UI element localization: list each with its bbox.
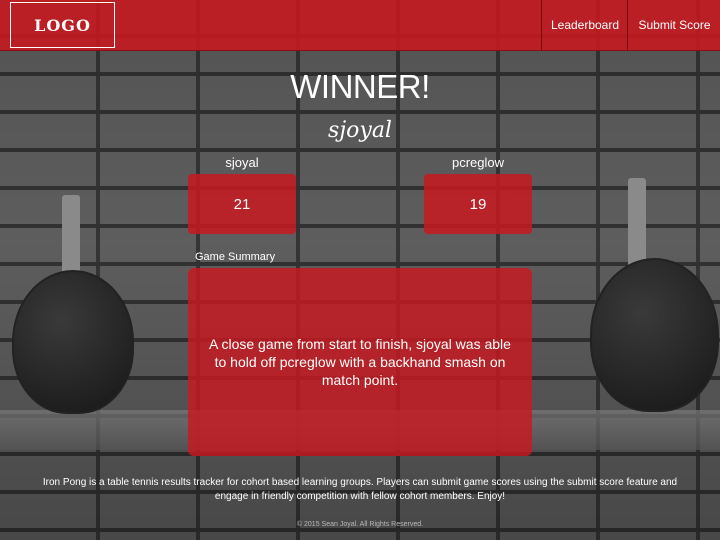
nav-submit-score-link[interactable]: Submit Score bbox=[627, 0, 720, 50]
player-2-score: 19 bbox=[424, 174, 532, 234]
copyright-notice: © 2015 Sean Joyal. All Rights Reserved. bbox=[296, 521, 424, 528]
logo[interactable]: LOGO bbox=[10, 2, 115, 48]
winner-heading: WINNER! bbox=[290, 68, 430, 105]
game-summary-text: A close game from start to finish, sjoya… bbox=[209, 336, 511, 388]
winner-name: sjoyal bbox=[328, 118, 392, 143]
paddle-image bbox=[12, 270, 134, 414]
game-summary-label: Game Summary bbox=[195, 251, 276, 263]
player-1-score: 21 bbox=[188, 174, 296, 234]
footer-description: Iron Pong is a table tennis results trac… bbox=[42, 477, 678, 502]
paddle-handle bbox=[628, 178, 646, 268]
player-2-name: pcreglow bbox=[451, 155, 505, 170]
nav-leaderboard-link[interactable]: Leaderboard bbox=[541, 0, 628, 50]
paddle-image bbox=[590, 258, 719, 412]
game-summary-box: A close game from start to finish, sjoya… bbox=[188, 268, 532, 456]
top-navbar: LOGO Leaderboard Submit Score bbox=[0, 0, 720, 51]
player-1-name: sjoyal bbox=[225, 155, 259, 170]
